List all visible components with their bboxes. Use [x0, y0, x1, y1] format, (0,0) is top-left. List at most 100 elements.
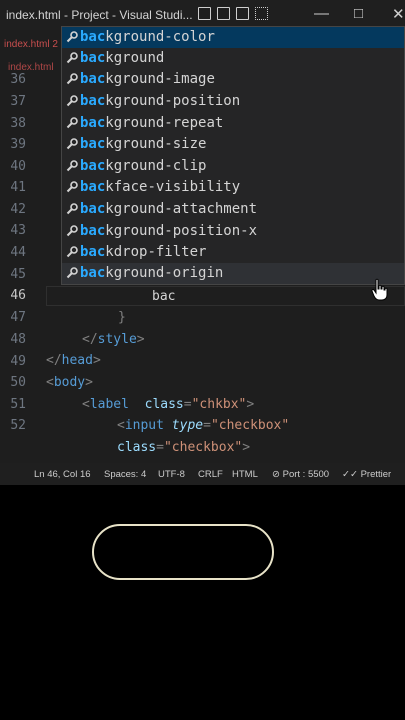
code-editor[interactable]: index.html - Project - Visual Studi... —… — [0, 0, 405, 463]
attr-equals: = — [156, 440, 164, 455]
wrench-icon — [66, 95, 78, 107]
tag-name: style — [97, 332, 137, 347]
code-line-48[interactable]: </style> — [82, 332, 145, 347]
wrench-icon — [66, 117, 78, 129]
current-line-highlight — [46, 286, 405, 306]
line-number: 39 — [10, 137, 26, 152]
toggle-primary-sidebar-icon[interactable] — [198, 7, 211, 20]
attr-name: class — [144, 397, 184, 412]
eol-setting[interactable]: CRLF — [198, 469, 223, 480]
wrench-icon — [66, 203, 78, 215]
autocomplete-suggestions[interactable]: background-color background background-i… — [61, 26, 405, 285]
suggestion-label: background-attachment — [80, 201, 258, 217]
wrench-icon — [66, 160, 78, 172]
suggestion-item[interactable]: background-attachment — [62, 199, 404, 220]
line-number: 44 — [10, 245, 26, 260]
tab-index-html[interactable]: index.html 2 — [0, 30, 62, 57]
line-number: 40 — [10, 159, 26, 174]
suggestion-label: background — [80, 50, 165, 66]
suggestion-label: background-origin — [80, 265, 224, 281]
code-line-50[interactable]: <body> — [46, 375, 93, 390]
tag-open: < — [46, 375, 54, 390]
customize-layout-icon[interactable] — [255, 7, 268, 20]
toggle-secondary-sidebar-icon[interactable] — [236, 7, 249, 20]
line-number: 37 — [10, 94, 26, 109]
tag-name: body — [53, 375, 86, 390]
attr-name: type — [171, 418, 204, 433]
toggle-panel-icon[interactable] — [217, 7, 230, 20]
line-number: 52 — [10, 418, 26, 433]
tag-close: > — [92, 353, 101, 368]
double-check-icon: ✓✓ — [342, 469, 361, 480]
line-number: 51 — [10, 397, 26, 412]
code-line-52[interactable]: <input type="checkbox" — [117, 418, 289, 433]
suggestion-item[interactable]: background — [62, 48, 404, 69]
minimize-icon[interactable]: — — [314, 5, 329, 22]
close-icon[interactable]: ✕ — [392, 5, 405, 23]
line-number: 43 — [10, 223, 26, 238]
wrench-icon — [66, 138, 78, 150]
suggestion-item[interactable]: background-position-x — [62, 221, 404, 242]
indentation-setting[interactable]: Spaces: 4 — [104, 469, 146, 480]
window-title: index.html - Project - Visual Studi... — [6, 8, 193, 22]
code-line-46[interactable]: bac — [152, 289, 175, 304]
suggestion-item[interactable]: backface-visibility — [62, 177, 404, 198]
tag-open: </ — [82, 332, 98, 347]
prettier-status[interactable]: ✓✓ Prettier — [342, 469, 391, 480]
suggestion-label: background-repeat — [80, 115, 224, 131]
suggestion-label: background-size — [80, 136, 207, 152]
layout-controls — [198, 7, 268, 20]
tag-name: label — [89, 397, 129, 412]
line-number: 41 — [10, 180, 26, 195]
line-number-current: 46 — [10, 288, 26, 303]
suggestion-label: background-position — [80, 93, 241, 109]
line-number: 36 — [10, 72, 26, 87]
suggestion-item[interactable]: background-clip — [62, 156, 404, 177]
tab-label: index.html 2 — [4, 39, 58, 50]
tag-name: head — [61, 353, 93, 368]
line-number: 47 — [10, 310, 26, 325]
status-bar: Ln 46, Col 16 Spaces: 4 UTF-8 CRLF HTML … — [0, 463, 405, 485]
code-line-47[interactable]: } — [118, 310, 126, 325]
code-line-49[interactable]: </head> — [46, 353, 101, 368]
wrench-icon — [66, 181, 78, 193]
wrench-icon — [66, 73, 78, 85]
wrench-icon — [66, 246, 78, 258]
wrench-icon — [66, 267, 78, 279]
hand-pointer-icon — [371, 278, 388, 301]
suggestion-item-hovered[interactable]: background-origin — [62, 263, 404, 284]
suggestion-item[interactable]: background-repeat — [62, 113, 404, 134]
attr-equals: = — [203, 418, 211, 433]
toggle-switch-pill[interactable] — [92, 524, 274, 580]
code-line-51[interactable]: <label class="chkbx"> — [82, 397, 254, 412]
maximize-icon[interactable]: □ — [354, 5, 363, 22]
live-server-status[interactable]: ⊘ Port : 5500 — [272, 469, 329, 480]
tag-close: > — [246, 397, 255, 412]
suggestion-item[interactable]: background-size — [62, 134, 404, 155]
suggestion-item[interactable]: backdrop-filter — [62, 242, 404, 263]
suggestion-label: background-color — [80, 29, 215, 45]
cursor-position[interactable]: Ln 46, Col 16 — [34, 469, 91, 480]
suggestion-label: backface-visibility — [80, 179, 241, 195]
wrench-icon — [66, 31, 78, 43]
tag-open: < — [82, 397, 90, 412]
line-number: 49 — [10, 354, 26, 369]
suggestion-item[interactable]: background-position — [62, 91, 404, 112]
suggestion-item[interactable]: background-image — [62, 69, 404, 90]
line-number: 38 — [10, 116, 26, 131]
broadcast-icon: ⊘ — [272, 469, 283, 480]
tag-name: input — [124, 418, 164, 433]
attr-value: "chkbx" — [191, 397, 247, 412]
browser-preview — [0, 485, 405, 720]
suggestion-label: background-clip — [80, 158, 207, 174]
closing-brace: } — [118, 310, 126, 325]
tag-open: </ — [46, 353, 62, 368]
attr-name: class — [117, 440, 157, 455]
language-mode[interactable]: HTML — [232, 469, 258, 480]
line-number: 42 — [10, 202, 26, 217]
code-line-52-continued[interactable]: class="checkbox"> — [117, 440, 250, 455]
encoding-setting[interactable]: UTF-8 — [158, 469, 185, 480]
suggestion-item-selected[interactable]: background-color — [62, 27, 404, 48]
suggestion-label: background-position-x — [80, 223, 258, 239]
tag-close: > — [85, 375, 93, 390]
